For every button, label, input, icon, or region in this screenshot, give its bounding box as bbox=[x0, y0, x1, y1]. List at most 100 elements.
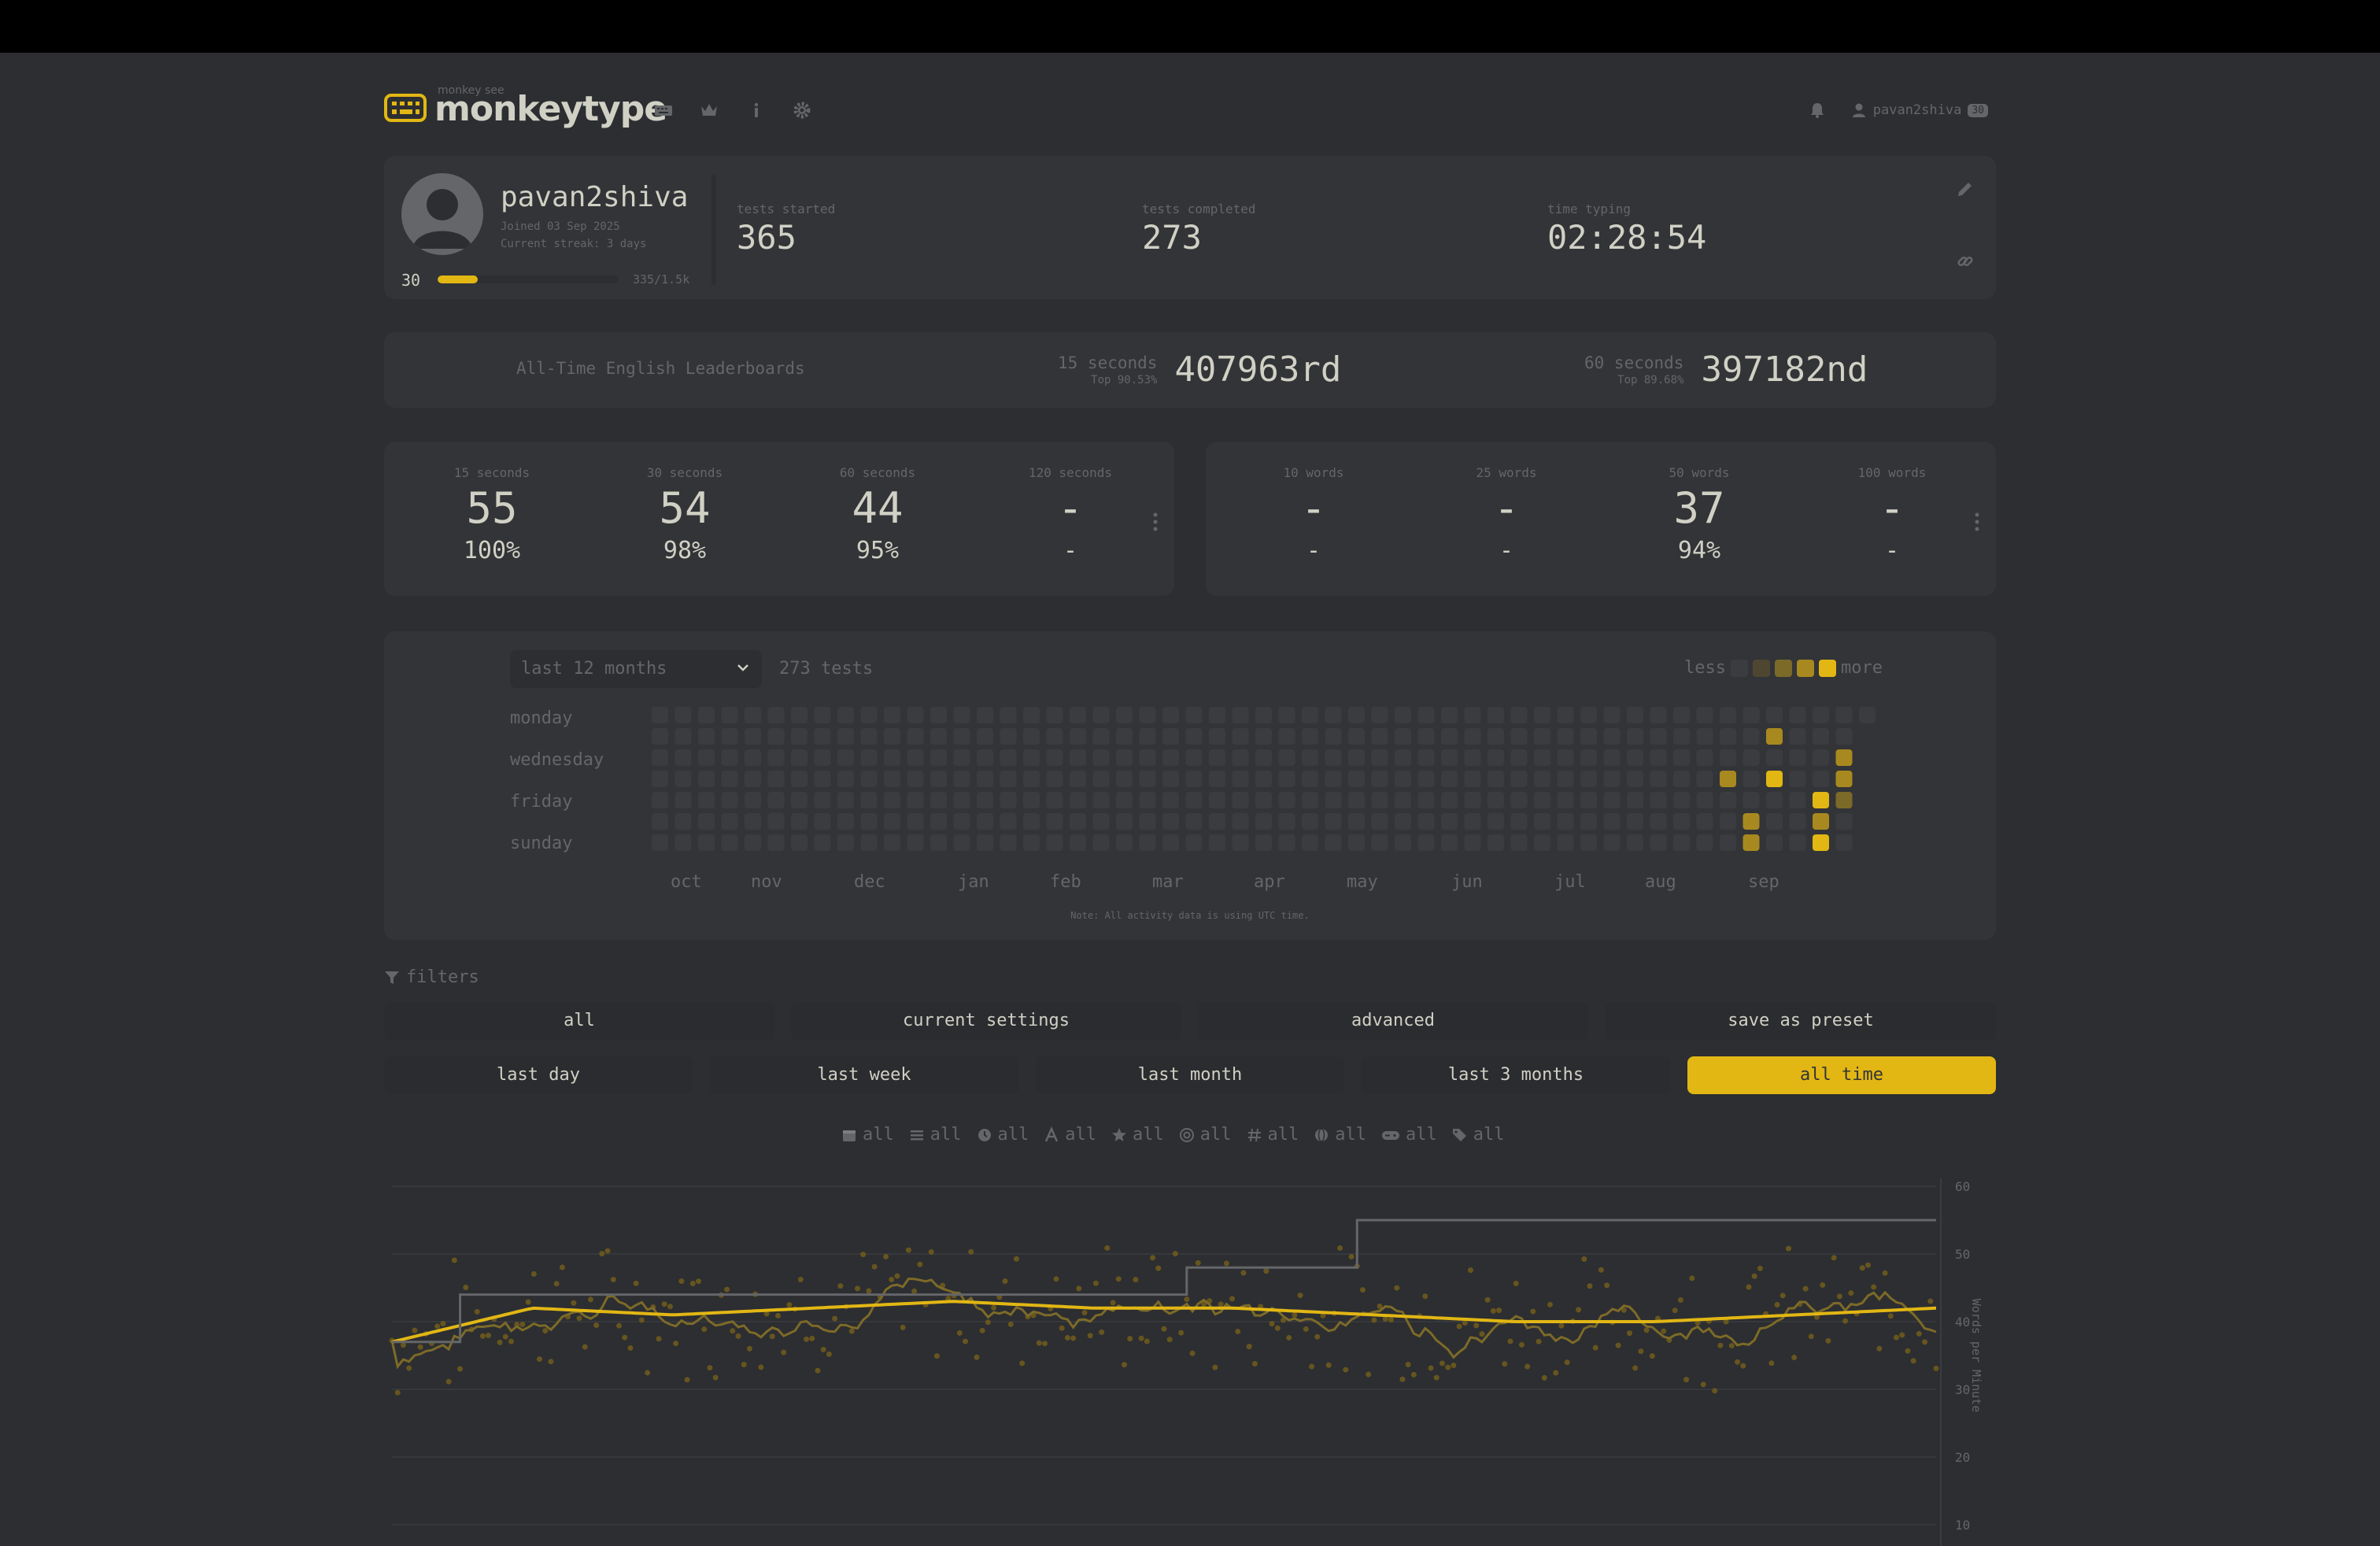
activity-cell[interactable] bbox=[1046, 728, 1063, 745]
activity-cell[interactable] bbox=[814, 834, 831, 851]
test-result-point[interactable] bbox=[1133, 1277, 1139, 1283]
activity-cell[interactable] bbox=[1070, 771, 1086, 787]
activity-cell[interactable] bbox=[1371, 834, 1388, 851]
activity-cell[interactable] bbox=[884, 771, 900, 787]
test-result-point[interactable] bbox=[1161, 1326, 1167, 1332]
test-result-point[interactable] bbox=[656, 1336, 662, 1342]
activity-cell[interactable] bbox=[1696, 792, 1713, 808]
activity-cell[interactable] bbox=[884, 792, 900, 808]
activity-cell[interactable] bbox=[1464, 834, 1481, 851]
test-result-point[interactable] bbox=[1882, 1270, 1888, 1276]
more-options-icon[interactable] bbox=[1151, 511, 1159, 533]
activity-cell[interactable] bbox=[1000, 771, 1017, 787]
test-result-point[interactable] bbox=[1632, 1365, 1639, 1371]
activity-cell[interactable] bbox=[1627, 834, 1643, 851]
activity-cell[interactable] bbox=[1534, 728, 1550, 745]
activity-cell[interactable] bbox=[1557, 813, 1574, 830]
activity-cell[interactable] bbox=[837, 834, 854, 851]
activity-cell[interactable] bbox=[1510, 728, 1528, 745]
test-result-point[interactable] bbox=[928, 1248, 934, 1255]
test-result-point[interactable] bbox=[1871, 1284, 1877, 1290]
test-result-point[interactable] bbox=[911, 1288, 918, 1294]
test-result-point[interactable] bbox=[479, 1333, 486, 1339]
test-result-point[interactable] bbox=[1184, 1296, 1190, 1303]
test-result-point[interactable] bbox=[1451, 1363, 1457, 1369]
activity-cell[interactable] bbox=[814, 749, 831, 766]
test-result-point[interactable] bbox=[1212, 1364, 1218, 1370]
test-result-point[interactable] bbox=[1053, 1276, 1059, 1282]
activity-cell[interactable] bbox=[1325, 707, 1342, 723]
activity-cell[interactable] bbox=[1743, 771, 1760, 787]
activity-cell[interactable] bbox=[860, 771, 878, 787]
activity-cell[interactable] bbox=[1395, 728, 1411, 745]
test-result-point[interactable] bbox=[1394, 1285, 1400, 1291]
activity-cell[interactable] bbox=[1278, 792, 1295, 808]
test-result-point[interactable] bbox=[1303, 1326, 1309, 1332]
test-result-point[interactable] bbox=[434, 1323, 441, 1330]
activity-cell[interactable] bbox=[1092, 792, 1110, 808]
test-result-point[interactable] bbox=[1371, 1317, 1377, 1323]
test-result-point[interactable] bbox=[1916, 1330, 1922, 1337]
test-result-point[interactable] bbox=[712, 1374, 719, 1381]
activity-cell[interactable] bbox=[1185, 749, 1203, 766]
test-result-point[interactable] bbox=[1677, 1296, 1683, 1303]
test-result-point[interactable] bbox=[684, 1377, 690, 1383]
test-result-point[interactable] bbox=[1195, 1259, 1201, 1266]
test-result-point[interactable] bbox=[1144, 1338, 1150, 1344]
activity-cell[interactable] bbox=[1464, 707, 1481, 723]
logo-text[interactable]: monkeytype bbox=[434, 89, 667, 129]
activity-cell[interactable] bbox=[1092, 834, 1110, 851]
activity-cell[interactable] bbox=[1162, 728, 1179, 745]
activity-cell[interactable] bbox=[1627, 707, 1643, 723]
activity-cell[interactable] bbox=[1534, 707, 1550, 723]
activity-cell[interactable] bbox=[1534, 749, 1550, 766]
filter-globe[interactable]: all bbox=[1313, 1125, 1366, 1145]
activity-cell[interactable] bbox=[1743, 792, 1760, 808]
activity-cell[interactable] bbox=[884, 707, 900, 723]
activity-cell[interactable] bbox=[1696, 813, 1713, 830]
activity-cell[interactable] bbox=[1441, 792, 1458, 808]
activity-cell[interactable] bbox=[1371, 771, 1388, 787]
activity-cell[interactable] bbox=[1603, 771, 1621, 787]
activity-cell[interactable] bbox=[1510, 792, 1528, 808]
activity-cell[interactable] bbox=[1441, 707, 1458, 723]
activity-cell[interactable] bbox=[1557, 728, 1574, 745]
test-result-point[interactable] bbox=[1820, 1282, 1826, 1289]
activity-cell[interactable] bbox=[1441, 813, 1458, 830]
activity-cell[interactable] bbox=[1070, 813, 1086, 830]
activity-cell[interactable] bbox=[1278, 728, 1295, 745]
share-link-icon[interactable] bbox=[1956, 252, 1975, 271]
test-result-point[interactable] bbox=[1189, 1350, 1196, 1356]
test-result-point[interactable] bbox=[1728, 1343, 1735, 1349]
activity-cell[interactable] bbox=[1859, 707, 1876, 723]
test-result-point[interactable] bbox=[1115, 1276, 1122, 1282]
test-result-point[interactable] bbox=[1615, 1342, 1621, 1348]
activity-cell[interactable] bbox=[977, 707, 993, 723]
test-result-point[interactable] bbox=[1638, 1348, 1644, 1355]
activity-cell[interactable] bbox=[1813, 813, 1829, 830]
activity-cell[interactable] bbox=[1580, 771, 1597, 787]
activity-cell[interactable] bbox=[1046, 834, 1063, 851]
activity-cell[interactable] bbox=[1464, 728, 1481, 745]
activity-cell[interactable] bbox=[674, 728, 692, 745]
activity-cell[interactable] bbox=[1209, 834, 1225, 851]
test-result-point[interactable] bbox=[1661, 1328, 1667, 1334]
activity-cell[interactable] bbox=[860, 728, 878, 745]
activity-cell[interactable] bbox=[1116, 749, 1133, 766]
leaderboard-15s[interactable]: 15 seconds Top 90.53% 407963rd bbox=[1058, 350, 1341, 390]
activity-cell[interactable] bbox=[953, 728, 970, 745]
test-result-point[interactable] bbox=[1524, 1363, 1531, 1370]
activity-cell[interactable] bbox=[1255, 834, 1272, 851]
activity-cell[interactable] bbox=[1766, 792, 1783, 808]
test-result-point[interactable] bbox=[707, 1365, 713, 1371]
activity-cell[interactable] bbox=[1000, 749, 1017, 766]
activity-cell[interactable] bbox=[1743, 749, 1760, 766]
test-result-point[interactable] bbox=[797, 1277, 804, 1283]
activity-cell[interactable] bbox=[837, 728, 854, 745]
activity-cell[interactable] bbox=[1209, 792, 1225, 808]
activity-cell[interactable] bbox=[1000, 707, 1017, 723]
activity-cell[interactable] bbox=[1813, 728, 1829, 745]
activity-cell[interactable] bbox=[884, 749, 900, 766]
activity-cell[interactable] bbox=[1302, 771, 1318, 787]
test-result-point[interactable] bbox=[1490, 1307, 1496, 1314]
